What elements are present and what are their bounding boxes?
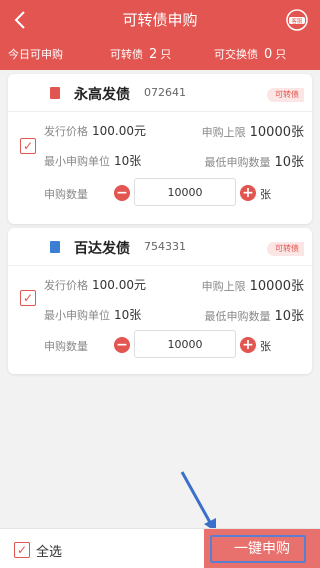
min-unit: 最小申购单位 10张 xyxy=(44,154,142,168)
bond-checkbox[interactable]: ✓ xyxy=(20,138,36,154)
bond-type-tag: 可转债 xyxy=(267,88,304,102)
exchangeable-stat: 可交换债 0 只 xyxy=(214,47,287,62)
min-quantity: 最低申购数量 10张 xyxy=(204,155,304,170)
service-label: 客服 xyxy=(291,17,303,25)
issue-price: 发行价格 100.00元 xyxy=(44,124,146,138)
qty-unit: 张 xyxy=(260,340,271,353)
bond-name: 百达发债 xyxy=(74,241,130,257)
bond-card-header: 永高发债 072641 可转债 xyxy=(8,74,312,112)
qty-unit: 张 xyxy=(260,188,271,201)
bond-code: 072641 xyxy=(144,86,186,99)
bond-card: 永高发债 072641 可转债 ✓ 发行价格 100.00元 申购上限 10000张… xyxy=(8,74,312,224)
minus-icon[interactable]: − xyxy=(114,185,130,201)
bottom-bar: ✓ 全选 一键申购 xyxy=(0,528,320,568)
bond-type-tag: 可转债 xyxy=(267,242,304,256)
minus-icon[interactable]: − xyxy=(114,337,130,353)
min-unit: 最小申购单位 10张 xyxy=(44,308,142,322)
one-click-subscribe-button[interactable]: 一键申购 xyxy=(204,529,320,568)
bond-name: 永高发债 xyxy=(74,87,130,103)
bond-logo-icon xyxy=(50,87,60,99)
today-label: 今日可申购 xyxy=(8,48,63,61)
customer-service-icon[interactable]: 客服 xyxy=(284,7,310,33)
bond-checkbox[interactable]: ✓ xyxy=(20,290,36,306)
page-title: 可转债申购 xyxy=(122,11,198,29)
subscribe-limit: 申购上限 10000张 xyxy=(201,125,304,140)
min-quantity: 最低申购数量 10张 xyxy=(204,309,304,324)
subscribe-limit: 申购上限 10000张 xyxy=(201,279,304,294)
bond-code: 754331 xyxy=(144,240,186,253)
bond-card: 百达发债 754331 可转债 ✓ 发行价格 100.00元 申购上限 10000张… xyxy=(8,228,312,374)
select-all-checkbox[interactable]: ✓ xyxy=(14,542,30,558)
plus-icon[interactable]: + xyxy=(240,337,256,353)
convertible-stat: 可转债 2 只 xyxy=(110,47,172,62)
arrow-pointer-icon xyxy=(180,471,216,532)
plus-icon[interactable]: + xyxy=(240,185,256,201)
bond-logo-icon xyxy=(50,241,60,253)
quantity-input[interactable] xyxy=(134,178,236,206)
select-all-label[interactable]: 全选 xyxy=(36,541,62,560)
stats-bar: 今日可申购 可转债 2 只 可交换债 0 只 xyxy=(0,40,320,70)
qty-label: 申购数量 xyxy=(44,188,88,201)
issue-price: 发行价格 100.00元 xyxy=(44,278,146,292)
quantity-input[interactable] xyxy=(134,330,236,358)
nav-bar: 可转债申购 客服 xyxy=(0,0,320,40)
bond-card-header: 百达发债 754331 可转债 xyxy=(8,228,312,266)
qty-label: 申购数量 xyxy=(44,340,88,353)
highlight-box xyxy=(210,535,306,563)
